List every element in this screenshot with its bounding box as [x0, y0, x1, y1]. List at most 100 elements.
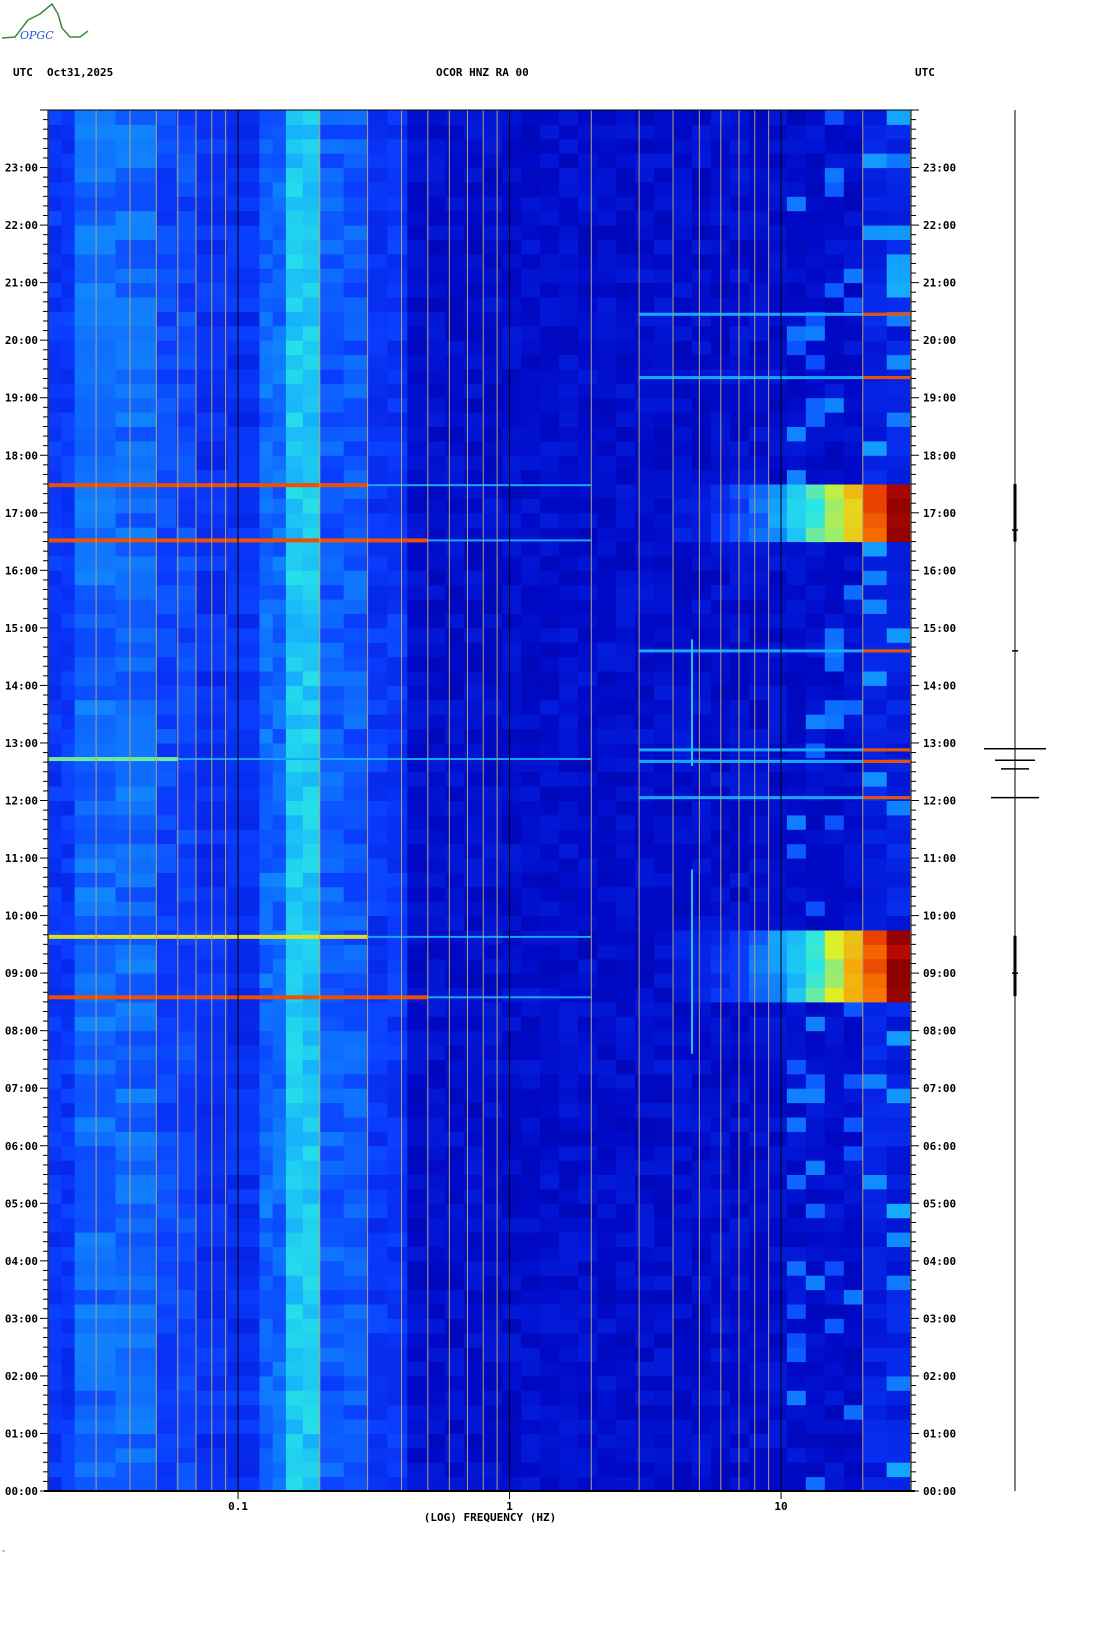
spectrogram-cell	[521, 541, 541, 557]
spectrogram-cell	[426, 973, 446, 988]
spectrogram-cell	[824, 325, 845, 341]
spectrogram-cell	[862, 426, 888, 442]
spectrogram-cell	[635, 915, 655, 931]
spectrogram-cell	[272, 1001, 287, 1017]
spectrogram-cell	[597, 1117, 617, 1132]
spectrogram-cell	[227, 225, 261, 240]
spectrogram-cell	[156, 210, 177, 226]
y-tick-label-left: 21:00	[5, 277, 38, 290]
spectrogram-cell	[272, 181, 287, 197]
spectrogram-cell	[597, 282, 617, 298]
spectrogram-cell	[227, 1016, 261, 1032]
spectrogram-cell	[502, 1188, 522, 1204]
spectrogram-cell	[387, 814, 408, 830]
spectrogram-cell	[692, 1188, 712, 1204]
spectrogram-cell	[259, 584, 274, 600]
spectrogram-cell	[74, 1476, 117, 1492]
spectrogram-cell	[48, 656, 63, 672]
spectrogram-cell	[176, 512, 197, 528]
spectrogram-cell	[343, 1390, 369, 1406]
spectrogram-cell	[616, 886, 636, 902]
spectrogram-cell	[824, 1275, 845, 1291]
spectrogram-cell	[559, 1030, 579, 1046]
spectrogram-cell	[502, 584, 522, 600]
spectrogram-cell	[445, 987, 465, 1003]
spectrogram-cell	[886, 1059, 912, 1075]
spectrogram-cell	[692, 555, 712, 571]
spectrogram-cell	[729, 225, 750, 240]
spectrogram-cell	[285, 743, 304, 758]
spectrogram-cell	[387, 110, 408, 125]
spectrogram-cell	[61, 1131, 76, 1147]
spectrogram-cell	[635, 541, 655, 557]
spectrogram-cell	[407, 311, 427, 327]
spectrogram-cell	[285, 671, 304, 686]
spectrogram-cell	[597, 1476, 617, 1492]
spectrogram-cell	[156, 1275, 177, 1291]
spectrogram-cell	[302, 743, 321, 758]
spectrogram-cell	[319, 1030, 345, 1046]
spectrogram-cell	[502, 412, 522, 427]
spectrogram-cell	[521, 656, 541, 672]
spectrogram-cell	[616, 613, 636, 629]
spectrogram-cell	[48, 1217, 63, 1233]
spectrogram-cell	[843, 858, 864, 873]
spectrogram-cell	[176, 1217, 197, 1233]
spectrogram-cell	[426, 1476, 446, 1492]
spectrogram-cell	[578, 512, 598, 528]
spectrogram-cell	[259, 268, 274, 284]
spectrogram-cell	[559, 455, 579, 471]
spectrogram-cell	[48, 987, 63, 1003]
spectrogram-cell	[673, 627, 693, 643]
spectrogram-cell	[521, 110, 541, 125]
spectrogram-cell	[483, 671, 503, 686]
spectrogram-cell	[521, 181, 541, 197]
spectrogram-cell	[767, 901, 788, 917]
spectrogram-cell	[61, 872, 76, 888]
spectrogram-cell	[654, 829, 674, 845]
spectrogram-cell	[654, 210, 674, 226]
spectrogram-cell	[748, 699, 769, 715]
spectrogram-cell	[407, 383, 427, 399]
spectrogram-cell	[367, 1318, 388, 1334]
spectrogram-cell	[843, 1347, 864, 1362]
spectrogram-cell	[805, 1404, 826, 1420]
spectrogram-cell	[445, 714, 465, 730]
spectrogram-cell	[502, 642, 522, 658]
spectrogram-cell	[824, 555, 845, 571]
spectrogram-cell	[616, 915, 636, 931]
spectrogram-cell	[483, 196, 503, 212]
spectrogram-cell	[426, 944, 446, 960]
spectrogram-cell	[176, 743, 197, 758]
spectrogram-cell	[319, 973, 345, 988]
spectrogram-cell	[824, 469, 845, 485]
spectrogram-cell	[48, 239, 63, 255]
spectrogram-cell	[407, 1347, 427, 1362]
spectrogram-cell	[729, 915, 750, 931]
y-tick-label-right: 00:00	[923, 1485, 956, 1498]
spectrogram-cell	[407, 110, 427, 125]
spectrogram-cell	[259, 1217, 274, 1233]
spectrogram-cell	[227, 671, 261, 686]
spectrogram-cell	[786, 1117, 807, 1132]
spectrogram-cell	[48, 110, 63, 125]
spectrogram-cell	[597, 814, 617, 830]
spectrogram-cell	[156, 570, 177, 586]
spectrogram-cell	[597, 1375, 617, 1391]
spectrogram-cell	[483, 1203, 503, 1219]
spectrogram-cell	[616, 1347, 636, 1362]
spectrogram-cell	[115, 771, 157, 787]
spectrogram-cell	[48, 1304, 63, 1319]
spectrogram-cell	[578, 340, 598, 356]
spectrogram-cell	[635, 1016, 655, 1032]
spectrogram-cell	[824, 268, 845, 284]
spectrogram-cell	[786, 1016, 807, 1032]
spectrogram-cell	[862, 656, 888, 672]
spectrogram-cell	[48, 311, 63, 327]
spectrogram-cell	[886, 872, 912, 888]
spectrogram-cell	[729, 843, 750, 859]
spectrogram-cell	[843, 181, 864, 197]
spectrogram-cell	[319, 268, 345, 284]
spectrogram-cell	[259, 1304, 274, 1319]
spectrogram-cell	[692, 1174, 712, 1190]
